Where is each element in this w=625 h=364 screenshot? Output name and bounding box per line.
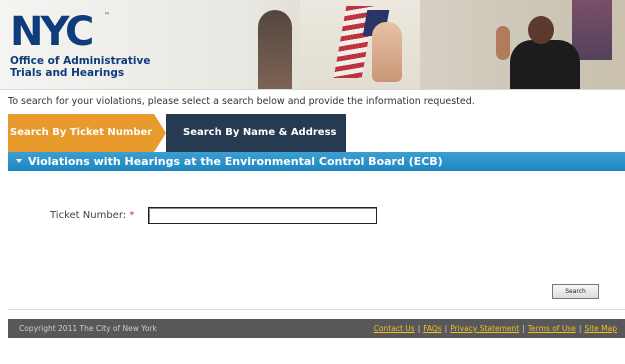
search-tabs: Search By Ticket Number Search By Name &… [8, 114, 618, 152]
tab-search-by-name-address[interactable]: Search By Name & Address [166, 114, 346, 152]
judge-image [528, 16, 554, 44]
ticket-number-input[interactable] [148, 207, 377, 224]
divider [8, 309, 625, 310]
banner-photo-hair [258, 10, 292, 89]
separator: | [522, 324, 525, 333]
org-name-line2: Trials and Hearings [10, 67, 125, 79]
footer-link-faqs[interactable]: FAQs [423, 324, 441, 333]
nyc-logo: NYC [10, 9, 94, 55]
tab-search-by-ticket-number[interactable]: Search By Ticket Number [8, 114, 166, 152]
trademark-mark: ™ [104, 12, 110, 19]
separator: | [444, 324, 448, 333]
org-name-line1: Office of Administrative [10, 55, 151, 67]
caret-down-icon [16, 159, 22, 163]
flag-image [572, 0, 612, 60]
footer-link-contact-us[interactable]: Contact Us [374, 324, 415, 333]
judge-robe-image [510, 40, 580, 89]
instructions-text: To search for your violations, please se… [8, 96, 475, 107]
search-form-panel [8, 171, 625, 309]
site-logo[interactable]: NYC ™ Office of Administrative Trials an… [8, 8, 208, 88]
raised-hand-image [372, 22, 402, 82]
section-header[interactable]: Violations with Hearings at the Environm… [8, 152, 625, 171]
separator: | [417, 324, 421, 333]
ticket-number-label: Ticket Number: * [50, 210, 134, 221]
judge-hand-image [496, 26, 510, 60]
footer-link-terms-of-use[interactable]: Terms of Use [528, 324, 576, 333]
footer-link-privacy-statement[interactable]: Privacy Statement [450, 324, 519, 333]
section-title: Violations with Hearings at the Environm… [28, 155, 443, 168]
search-button[interactable]: Search [552, 284, 599, 299]
separator: | [578, 324, 582, 333]
copyright-text: Copyright 2011 The City of New York [19, 324, 157, 333]
ticket-label-text: Ticket Number: [50, 210, 127, 221]
footer-links: Contact Us | FAQs | Privacy Statement | Terms … [374, 319, 617, 338]
required-marker: * [129, 210, 135, 221]
header-banner: NYC ™ Office of Administrative Trials an… [0, 0, 625, 90]
org-name: Office of Administrative Trials and Hear… [10, 55, 210, 79]
footer: Copyright 2011 The City of New York Cont… [8, 319, 625, 338]
footer-link-site-map[interactable]: Site Map [584, 324, 617, 333]
